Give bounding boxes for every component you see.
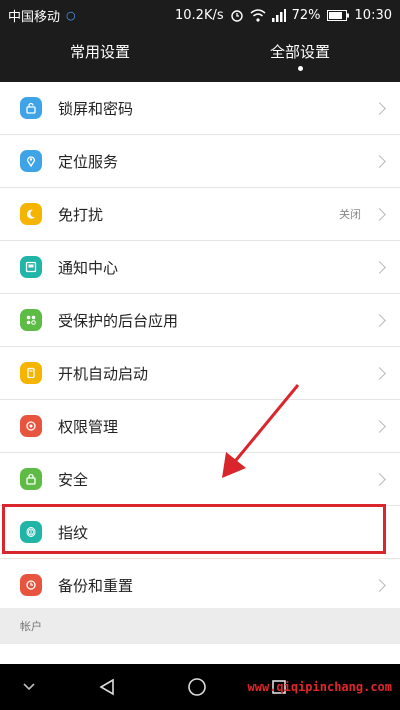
setting-notification-center[interactable]: 通知中心 — [0, 241, 400, 294]
home-circle-icon — [188, 678, 206, 696]
lock-icon — [20, 97, 42, 119]
watermark-url: www.qiqipinchang.com — [247, 680, 393, 694]
fingerprint-icon — [20, 521, 42, 543]
setting-lock-screen[interactable]: 锁屏和密码 — [0, 82, 400, 135]
setting-auto-startup[interactable]: 开机自动启动 — [0, 347, 400, 400]
protected-apps-icon — [20, 309, 42, 331]
navigation-bar: www.qiqipinchang.com — [0, 664, 400, 710]
home-button[interactable] — [182, 664, 212, 710]
setting-do-not-disturb[interactable]: 免打扰 关闭 — [0, 188, 400, 241]
settings-list: 锁屏和密码 定位服务 免打扰 关闭 通知中心 受保护的后台应用 开机自动启动 权… — [0, 82, 400, 612]
backup-icon — [20, 574, 42, 596]
setting-permission-management[interactable]: 权限管理 — [0, 400, 400, 453]
clock-time: 10:30 — [354, 7, 392, 23]
chevron-right-icon — [373, 154, 386, 168]
back-triangle-icon — [99, 678, 114, 696]
startup-icon — [20, 362, 42, 384]
carrier-label: 中国移动 — [8, 9, 61, 25]
tab-common-settings[interactable]: 常用设置 — [0, 30, 200, 82]
chevron-right-icon — [373, 260, 386, 274]
setting-label: 指纹 — [58, 523, 89, 542]
chevron-down-icon — [23, 683, 35, 691]
setting-backup-reset[interactable]: 备份和重置 — [0, 559, 400, 612]
setting-security[interactable]: 安全 — [0, 453, 400, 506]
setting-label: 锁屏和密码 — [58, 99, 134, 118]
signal-icon — [271, 8, 286, 22]
chevron-right-icon — [373, 366, 386, 380]
wifi-icon — [250, 8, 266, 22]
setting-location[interactable]: 定位服务 — [0, 135, 400, 188]
collapse-nav-button[interactable] — [14, 664, 44, 710]
chevron-right-icon — [373, 313, 386, 327]
tab-active-indicator — [297, 66, 303, 71]
chevron-right-icon — [373, 207, 386, 221]
setting-label: 开机自动启动 — [58, 364, 149, 383]
setting-protected-apps[interactable]: 受保护的后台应用 — [0, 294, 400, 347]
setting-label: 通知中心 — [58, 258, 119, 277]
setting-label: 安全 — [58, 470, 89, 489]
chevron-right-icon — [373, 472, 386, 486]
alarm-icon — [230, 10, 243, 22]
network-speed: 10.2K/s — [175, 7, 224, 23]
chevron-right-icon — [373, 419, 386, 433]
setting-label: 免打扰 — [58, 205, 104, 224]
settings-tabs: 常用设置 全部设置 — [0, 30, 400, 82]
chevron-right-icon — [373, 578, 386, 592]
status-bar: 中国移动 ○ 10.2K/s 72% 10:30 — [0, 0, 400, 30]
location-icon — [20, 150, 42, 172]
shield-icon — [20, 468, 42, 490]
tab-all-settings[interactable]: 全部设置 — [200, 30, 400, 82]
moon-icon — [20, 203, 42, 225]
permission-icon — [20, 415, 42, 437]
setting-label: 受保护的后台应用 — [58, 311, 179, 330]
setting-label: 备份和重置 — [58, 576, 134, 595]
section-header-account: 帐户 — [0, 608, 400, 644]
setting-label: 权限管理 — [58, 417, 119, 436]
tab-label: 全部设置 — [269, 43, 330, 61]
setting-value: 关闭 — [339, 208, 361, 221]
battery-icon — [326, 9, 349, 21]
battery-percent: 72% — [291, 7, 321, 23]
tab-label: 常用设置 — [69, 43, 130, 61]
chevron-right-icon — [373, 101, 386, 115]
setting-fingerprint[interactable]: 指纹 — [0, 506, 400, 559]
partial-list-row — [0, 644, 400, 664]
sync-icon: ○ — [66, 8, 76, 22]
notification-icon — [20, 256, 42, 278]
section-header-label: 帐户 — [20, 620, 42, 633]
setting-label: 定位服务 — [58, 152, 119, 171]
back-button[interactable] — [92, 664, 122, 710]
